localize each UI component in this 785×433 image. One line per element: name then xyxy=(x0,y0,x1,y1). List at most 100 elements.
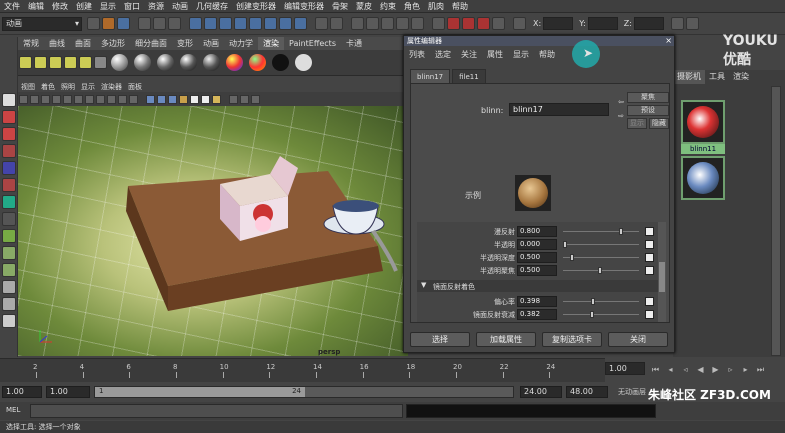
command-input[interactable] xyxy=(30,404,403,418)
menu-item[interactable]: 编辑变形器 xyxy=(280,0,328,13)
use-background-icon[interactable] xyxy=(295,54,312,71)
attribute-value-field[interactable]: 0.500 xyxy=(517,252,557,263)
directional-light-icon[interactable] xyxy=(19,56,32,69)
ae-menu-item[interactable]: 属性 xyxy=(482,47,508,63)
menu-item[interactable]: 创建 xyxy=(72,0,96,13)
ae-titlebar[interactable]: 属性编辑器 × xyxy=(404,36,674,46)
x-field[interactable] xyxy=(543,17,574,30)
surface-shader-icon[interactable] xyxy=(272,54,289,71)
last-tool-icon[interactable] xyxy=(2,212,16,226)
step-forward-key-icon[interactable]: ▹ xyxy=(725,364,736,375)
attribute-slider[interactable] xyxy=(563,254,639,261)
viewport-menu-item[interactable]: 着色 xyxy=(38,82,58,92)
map-texture-icon[interactable] xyxy=(645,266,654,275)
textured-icon[interactable] xyxy=(179,94,188,104)
step-back-key-icon[interactable]: ◃ xyxy=(680,364,691,375)
menu-item[interactable]: 肌肉 xyxy=(424,0,448,13)
ae-button-2[interactable]: 复制选项卡 xyxy=(542,332,602,347)
film-gate-icon[interactable] xyxy=(74,94,83,104)
layout-four-icon[interactable] xyxy=(2,246,16,260)
select-component-icon[interactable] xyxy=(168,17,181,30)
highlight-selection-icon[interactable] xyxy=(330,17,343,30)
xray-icon[interactable] xyxy=(229,94,238,104)
field-chart-icon[interactable] xyxy=(107,94,116,104)
ae-button-0[interactable]: 选择 xyxy=(410,332,470,347)
snap-grid-icon[interactable] xyxy=(351,17,364,30)
anim-layer-label[interactable]: 无动画层 xyxy=(618,387,646,397)
attribute-slider[interactable] xyxy=(563,267,639,274)
hypershade-tab[interactable]: 工具 xyxy=(705,70,729,84)
material-swatch-2[interactable] xyxy=(681,156,725,200)
start-time-field[interactable]: 1.00 xyxy=(2,386,42,398)
focus-button[interactable]: 聚焦 xyxy=(627,92,669,103)
wireframe-icon[interactable] xyxy=(146,94,155,104)
sidebar-toggle-icon[interactable] xyxy=(670,17,684,30)
attribute-value-field[interactable]: 0.382 xyxy=(517,309,557,320)
lasso-tool-icon[interactable] xyxy=(2,110,16,124)
hypershade-tab[interactable]: 摄影机 xyxy=(673,70,705,84)
attribute-value-field[interactable]: 0.398 xyxy=(517,296,557,307)
render-settings-icon[interactable] xyxy=(477,17,490,30)
shelf-tab[interactable]: 渲染 xyxy=(258,37,284,50)
viewport-menu-item[interactable]: 显示 xyxy=(78,82,98,92)
menu-set-dropdown[interactable]: 动画 ▾ xyxy=(2,17,82,31)
isolate-select-icon[interactable] xyxy=(251,94,260,104)
ae-scrollbar[interactable] xyxy=(658,222,666,322)
menu-item[interactable]: 约束 xyxy=(376,0,400,13)
camera-icon[interactable] xyxy=(94,56,107,69)
select-by-joint-icon[interactable] xyxy=(204,17,217,30)
image-plane-icon[interactable] xyxy=(52,94,61,104)
spot-light-icon[interactable] xyxy=(49,56,62,69)
area-light-icon[interactable] xyxy=(64,56,77,69)
shelf-tab[interactable]: 动画 xyxy=(198,37,224,50)
attribute-value-field[interactable]: 0.800 xyxy=(517,226,557,237)
attribute-value-field[interactable]: 0.000 xyxy=(517,239,557,250)
map-texture-icon[interactable] xyxy=(645,253,654,262)
select-by-curve-icon[interactable] xyxy=(219,17,232,30)
bookmark-icon[interactable] xyxy=(41,94,50,104)
menu-item[interactable]: 修改 xyxy=(48,0,72,13)
range-slider[interactable]: 1 24 xyxy=(94,386,514,398)
close-icon[interactable]: × xyxy=(665,36,672,46)
step-forward-icon[interactable]: ▸ xyxy=(740,364,751,375)
playback-end-field[interactable]: 24.00 xyxy=(520,386,562,398)
viewport-menu-item[interactable]: 照明 xyxy=(58,82,78,92)
ae-menu-item[interactable]: 选定 xyxy=(430,47,456,63)
section-header-specular[interactable]: ▼ 镜面反射着色 xyxy=(417,280,661,292)
attribute-slider[interactable] xyxy=(563,241,639,248)
blinn-icon[interactable] xyxy=(134,54,151,71)
phongE-icon[interactable] xyxy=(180,54,197,71)
map-texture-icon[interactable] xyxy=(645,240,654,249)
attribute-slider-thumb[interactable] xyxy=(570,254,574,261)
menu-item[interactable]: 骨架 xyxy=(328,0,352,13)
time-slider[interactable]: 2 4 6 8 10 12 14 16 18 20 22 24 xyxy=(0,358,605,382)
menu-item[interactable]: 动画 xyxy=(168,0,192,13)
menu-item[interactable]: 帮助 xyxy=(448,0,472,13)
scale-tool-icon[interactable] xyxy=(2,178,16,192)
viewport-menu-item[interactable]: 视图 xyxy=(18,82,38,92)
safe-title-icon[interactable] xyxy=(129,94,138,104)
select-by-handle-icon[interactable] xyxy=(189,17,202,30)
ae-menu-item[interactable]: 帮助 xyxy=(534,47,560,63)
play-backwards-icon[interactable]: ◀ xyxy=(695,364,706,375)
shelf-tab[interactable]: 动力学 xyxy=(224,37,258,50)
volume-light-icon[interactable] xyxy=(79,56,92,69)
lock-selection-icon[interactable] xyxy=(315,17,328,30)
paint-select-icon[interactable] xyxy=(2,127,16,141)
step-back-icon[interactable]: ◂ xyxy=(665,364,676,375)
current-time-field[interactable]: 1.00 xyxy=(605,362,645,375)
manipulator-icon[interactable] xyxy=(2,195,16,209)
select-by-render-icon[interactable] xyxy=(279,17,292,30)
lambert-icon[interactable] xyxy=(111,54,128,71)
snap-curve-icon[interactable] xyxy=(366,17,379,30)
viewport-menu-item[interactable]: 面板 xyxy=(125,82,145,92)
z-field[interactable] xyxy=(633,17,664,30)
snap-plane-icon[interactable] xyxy=(396,17,409,30)
attribute-slider[interactable] xyxy=(563,298,639,305)
hypershade-tab[interactable]: 渲染 xyxy=(729,70,753,84)
expand-triangle-icon[interactable]: ▼ xyxy=(421,281,426,289)
playback-start-field[interactable]: 1.00 xyxy=(46,386,90,398)
layout-side-icon[interactable] xyxy=(2,263,16,277)
map-texture-icon[interactable] xyxy=(645,227,654,236)
smooth-shade-icon[interactable] xyxy=(157,94,166,104)
